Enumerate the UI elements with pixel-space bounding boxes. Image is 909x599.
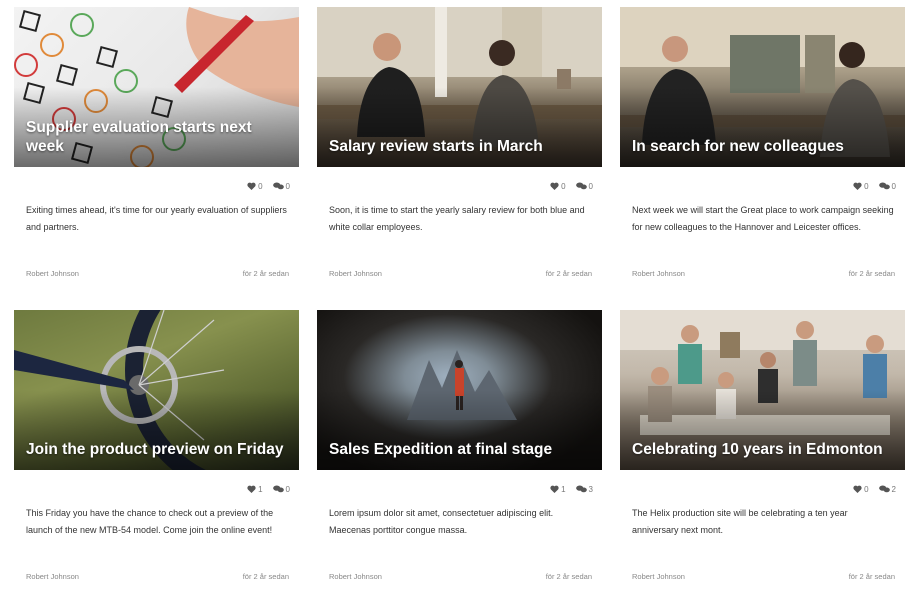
like-count: 1 — [258, 484, 263, 494]
author-link[interactable]: Robert Johnson — [329, 269, 382, 278]
author-link[interactable]: Robert Johnson — [632, 269, 685, 278]
comment-bubbles-icon — [878, 182, 890, 190]
engagement-stats: 0 0 — [620, 176, 905, 196]
author-link[interactable]: Robert Johnson — [632, 572, 685, 581]
comment-count: 0 — [588, 181, 593, 191]
news-card-image-link[interactable]: Supplier evaluation starts next week — [14, 7, 299, 167]
news-card: Supplier evaluation starts next week 0 0… — [14, 7, 299, 278]
author-link[interactable]: Robert Johnson — [26, 572, 79, 581]
comments-button[interactable]: 0 — [272, 484, 290, 494]
news-card-title[interactable]: Join the product preview on Friday — [26, 440, 289, 459]
news-card-title[interactable]: Sales Expedition at final stage — [329, 440, 592, 459]
news-card-image-link[interactable]: Join the product preview on Friday — [14, 310, 299, 470]
engagement-stats: 0 0 — [317, 176, 602, 196]
comment-bubbles-icon — [272, 182, 284, 190]
comments-button[interactable]: 0 — [272, 181, 290, 191]
news-card-footer: Robert Johnson för 2 år sedan — [26, 572, 289, 581]
news-card-title[interactable]: Salary review starts in March — [329, 137, 592, 156]
like-count: 0 — [561, 181, 566, 191]
engagement-stats: 0 2 — [620, 479, 905, 499]
heart-icon — [853, 182, 862, 190]
comments-button[interactable]: 0 — [878, 181, 896, 191]
news-card-excerpt: This Friday you have the chance to check… — [26, 508, 274, 535]
news-grid: Supplier evaluation starts next week 0 0… — [0, 0, 909, 599]
news-card-title[interactable]: Celebrating 10 years in Edmonton — [632, 440, 895, 459]
news-card-image-link[interactable]: Sales Expedition at final stage — [317, 310, 602, 470]
news-card-excerpt: The Helix production site will be celebr… — [632, 508, 848, 535]
comment-bubbles-icon — [878, 485, 890, 493]
comment-count: 0 — [891, 181, 896, 191]
heart-icon — [550, 485, 559, 493]
news-card-footer: Robert Johnson för 2 år sedan — [26, 269, 289, 278]
post-time: för 2 år sedan — [848, 269, 895, 278]
post-time: för 2 år sedan — [848, 572, 895, 581]
engagement-stats: 0 0 — [14, 176, 299, 196]
news-card: Join the product preview on Friday 1 0 T… — [14, 310, 299, 581]
like-count: 0 — [864, 181, 869, 191]
author-link[interactable]: Robert Johnson — [26, 269, 79, 278]
news-card-title[interactable]: In search for new colleagues — [632, 137, 895, 156]
news-card: Celebrating 10 years in Edmonton 0 2 The… — [620, 310, 905, 581]
news-card-footer: Robert Johnson för 2 år sedan — [632, 269, 895, 278]
comment-count: 0 — [285, 484, 290, 494]
heart-icon — [247, 182, 256, 190]
news-card-image-link[interactable]: Salary review starts in March — [317, 7, 602, 167]
news-card: Salary review starts in March 0 0 Soon, … — [317, 7, 602, 278]
heart-icon — [247, 485, 256, 493]
like-count: 0 — [258, 181, 263, 191]
author-link[interactable]: Robert Johnson — [329, 572, 382, 581]
comment-count: 0 — [285, 181, 290, 191]
comments-button[interactable]: 2 — [878, 484, 896, 494]
news-card: In search for new colleagues 0 0 Next we… — [620, 7, 905, 278]
comments-button[interactable]: 0 — [575, 181, 593, 191]
post-time: för 2 år sedan — [545, 269, 592, 278]
comments-button[interactable]: 3 — [575, 484, 593, 494]
like-button[interactable]: 1 — [550, 484, 566, 494]
like-button[interactable]: 0 — [853, 181, 869, 191]
news-card-excerpt: Soon, it is time to start the yearly sal… — [329, 205, 585, 232]
post-time: för 2 år sedan — [242, 269, 289, 278]
news-card-footer: Robert Johnson för 2 år sedan — [329, 572, 592, 581]
news-card-title[interactable]: Supplier evaluation starts next week — [26, 118, 289, 156]
news-card-excerpt: Next week we will start the Great place … — [632, 205, 894, 232]
news-card-image-link[interactable]: Celebrating 10 years in Edmonton — [620, 310, 905, 470]
news-card-footer: Robert Johnson för 2 år sedan — [329, 269, 592, 278]
engagement-stats: 1 3 — [317, 479, 602, 499]
like-count: 1 — [561, 484, 566, 494]
like-button[interactable]: 0 — [853, 484, 869, 494]
news-card-image-link[interactable]: In search for new colleagues — [620, 7, 905, 167]
news-card-footer: Robert Johnson för 2 år sedan — [632, 572, 895, 581]
comment-count: 2 — [891, 484, 896, 494]
comment-count: 3 — [588, 484, 593, 494]
like-count: 0 — [864, 484, 869, 494]
comment-bubbles-icon — [575, 485, 587, 493]
comment-bubbles-icon — [575, 182, 587, 190]
post-time: för 2 år sedan — [545, 572, 592, 581]
news-card: Sales Expedition at final stage 1 3 Lore… — [317, 310, 602, 581]
like-button[interactable]: 1 — [247, 484, 263, 494]
news-card-excerpt: Exiting times ahead, it's time for our y… — [26, 205, 287, 232]
news-card-excerpt: Lorem ipsum dolor sit amet, consectetuer… — [329, 508, 554, 535]
like-button[interactable]: 0 — [247, 181, 263, 191]
heart-icon — [550, 182, 559, 190]
comment-bubbles-icon — [272, 485, 284, 493]
heart-icon — [853, 485, 862, 493]
like-button[interactable]: 0 — [550, 181, 566, 191]
post-time: för 2 år sedan — [242, 572, 289, 581]
engagement-stats: 1 0 — [14, 479, 299, 499]
